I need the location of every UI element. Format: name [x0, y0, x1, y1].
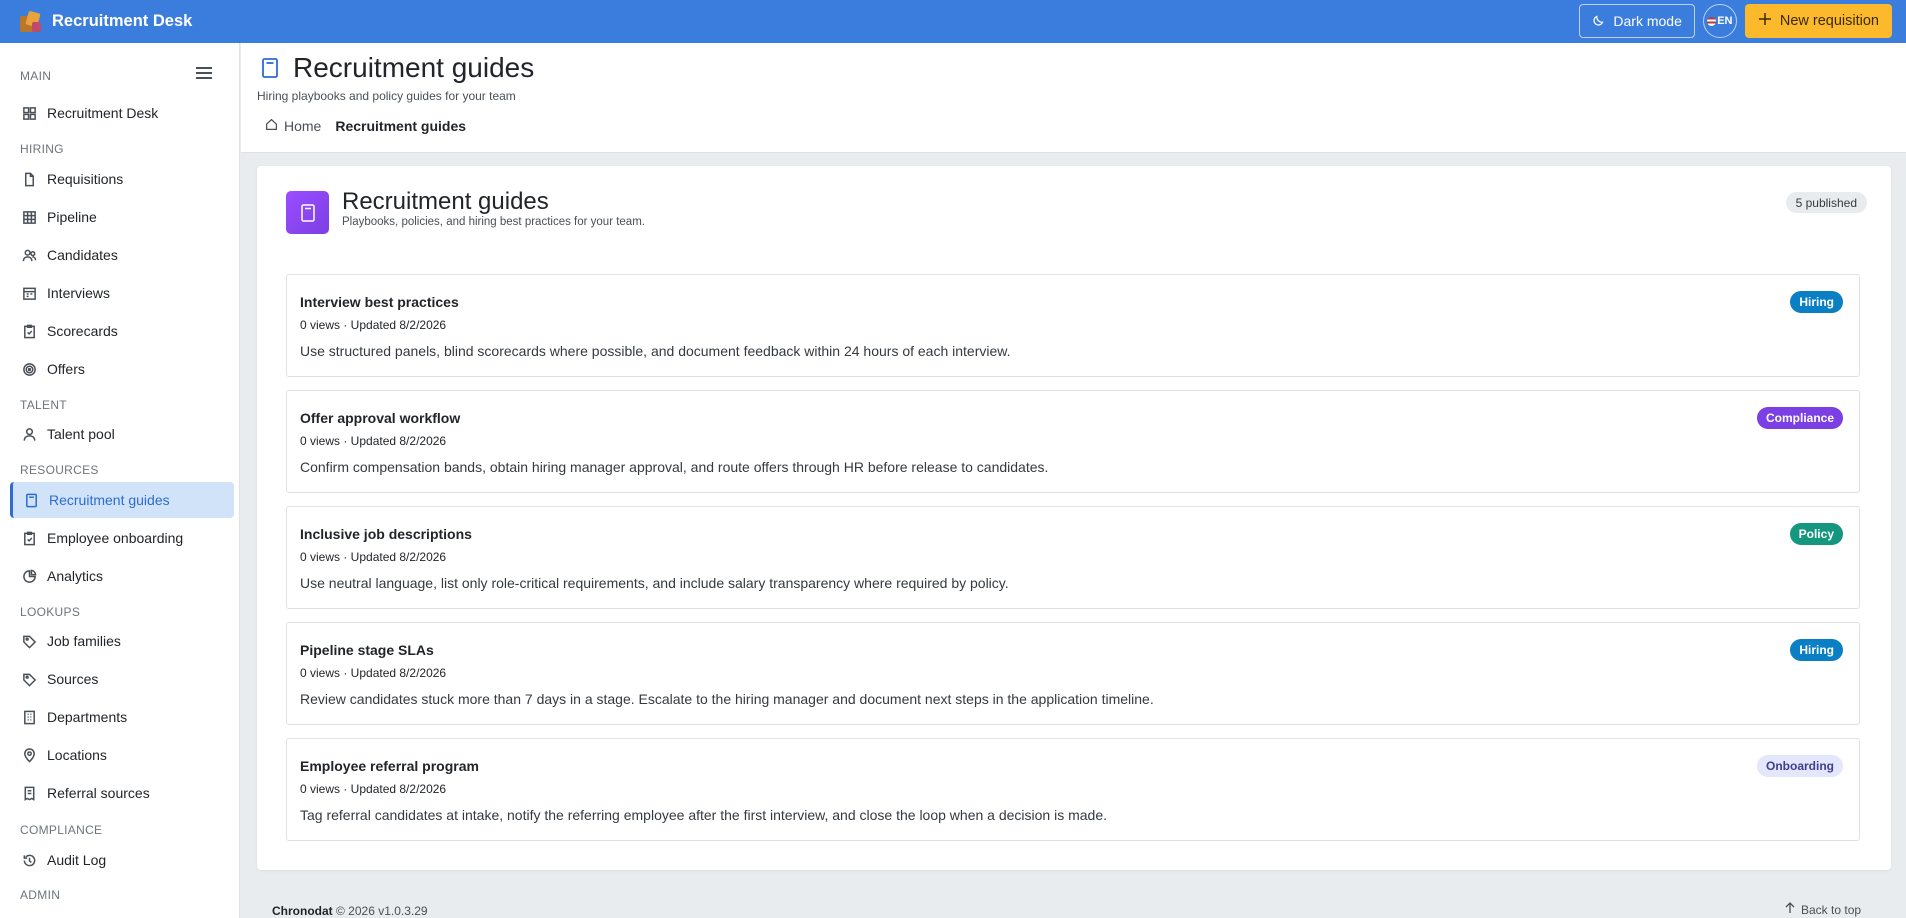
- guide-title[interactable]: Interview best practices: [300, 294, 459, 310]
- card-subtitle: Playbooks, policies, and hiring best pra…: [342, 216, 645, 228]
- person-icon: [21, 426, 37, 442]
- history-icon: [21, 852, 37, 868]
- plus-icon: [1758, 12, 1772, 30]
- calendar-icon: [21, 285, 37, 301]
- section-hiring: HIRING: [20, 142, 64, 156]
- guide-title[interactable]: Offer approval workflow: [300, 410, 460, 426]
- sidebar-item-pipeline[interactable]: Pipeline: [10, 199, 234, 235]
- building-icon: [21, 709, 37, 725]
- section-admin: ADMIN: [20, 888, 61, 902]
- guide-meta: 0 views · Updated 8/2/2026: [300, 550, 447, 564]
- back-to-top-link[interactable]: Back to top: [1784, 902, 1861, 917]
- sidebar-item-locations[interactable]: Locations: [10, 737, 234, 773]
- sidebar-item-audit-log[interactable]: Audit Log: [10, 842, 234, 878]
- guide-item[interactable]: Offer approval workflow 0 views · Update…: [286, 390, 1860, 493]
- guide-meta: 0 views · Updated 8/2/2026: [300, 666, 447, 680]
- published-count-badge: 5 published: [1785, 192, 1867, 213]
- section-main: MAIN: [20, 69, 52, 83]
- top-bar: Recruitment Desk Dark mode EN New requis…: [0, 0, 1906, 43]
- sidebar-item-requisitions[interactable]: Requisitions: [10, 161, 234, 197]
- guide-item[interactable]: Pipeline stage SLAs 0 views · Updated 8/…: [286, 622, 1860, 725]
- clipboard-check-icon: [21, 530, 37, 546]
- menu-toggle-icon[interactable]: [196, 67, 212, 79]
- guide-tag: Policy: [1789, 523, 1843, 545]
- section-talent: TALENT: [20, 398, 67, 412]
- guide-meta: 0 views · Updated 8/2/2026: [300, 318, 447, 332]
- sidebar-item-scorecards[interactable]: Scorecards: [10, 313, 234, 349]
- guide-description: Use neutral language, list only role-cri…: [300, 575, 1009, 591]
- book-icon: [23, 492, 39, 508]
- sidebar-item-candidates[interactable]: Candidates: [10, 237, 234, 273]
- guide-title[interactable]: Pipeline stage SLAs: [300, 642, 434, 658]
- guide-item[interactable]: Employee referral program 0 views · Upda…: [286, 738, 1860, 841]
- guide-description: Tag referral candidates at intake, notif…: [300, 807, 1107, 823]
- book-icon: [286, 191, 329, 234]
- guide-meta: 0 views · Updated 8/2/2026: [300, 782, 447, 796]
- page-header: Recruitment guides Hiring playbooks and …: [241, 43, 1906, 153]
- document-icon: [21, 171, 37, 187]
- guide-description: Confirm compensation bands, obtain hirin…: [300, 459, 1049, 475]
- flag-icon: [1707, 16, 1717, 26]
- sidebar: MAIN Recruitment Desk HIRING Requisition…: [0, 43, 240, 918]
- new-requisition-button[interactable]: New requisition: [1744, 4, 1892, 38]
- guide-description: Use structured panels, blind scorecards …: [300, 343, 1011, 359]
- footer-brand[interactable]: Chronodat: [272, 904, 333, 918]
- sidebar-item-analytics[interactable]: Analytics: [10, 558, 234, 594]
- footer: Chronodat © 2026 v1.0.3.29: [272, 904, 428, 918]
- sidebar-item-offers[interactable]: Offers: [10, 351, 234, 387]
- section-resources: RESOURCES: [20, 463, 99, 477]
- sidebar-item-departments[interactable]: Departments: [10, 699, 234, 735]
- guide-title[interactable]: Employee referral program: [300, 758, 479, 774]
- breadcrumb-home[interactable]: Home: [284, 118, 321, 134]
- book-icon: [260, 57, 280, 79]
- guide-meta: 0 views · Updated 8/2/2026: [300, 434, 447, 448]
- breadcrumb: Home Recruitment guides: [265, 118, 466, 134]
- guide-title[interactable]: Inclusive job descriptions: [300, 526, 472, 542]
- home-icon: [265, 118, 278, 134]
- sidebar-item-recruitment-desk[interactable]: Recruitment Desk: [10, 95, 234, 131]
- people-icon: [21, 247, 37, 263]
- location-icon: [21, 747, 37, 763]
- footer-copyright: © 2026: [336, 904, 375, 918]
- sidebar-item-job-families[interactable]: Job families: [10, 623, 234, 659]
- dark-mode-button[interactable]: Dark mode: [1579, 4, 1695, 38]
- dashboard-icon: [21, 105, 37, 121]
- breadcrumb-current: Recruitment guides: [335, 118, 467, 134]
- guide-tag: Compliance: [1756, 407, 1843, 429]
- clipboard-icon: [21, 323, 37, 339]
- page-title: Recruitment guides: [293, 52, 535, 83]
- receipt-icon: [21, 785, 37, 801]
- tag-icon: [21, 633, 37, 649]
- sidebar-item-recruitment-guides[interactable]: Recruitment guides: [10, 482, 234, 518]
- card-title: Recruitment guides: [342, 188, 549, 215]
- sidebar-item-interviews[interactable]: Interviews: [10, 275, 234, 311]
- guide-tag: Hiring: [1790, 291, 1843, 313]
- section-compliance: COMPLIANCE: [20, 823, 103, 837]
- guide-item[interactable]: Interview best practices 0 views · Updat…: [286, 274, 1860, 377]
- footer-version: v1.0.3.29: [378, 904, 428, 918]
- sidebar-item-referral-sources[interactable]: Referral sources: [10, 775, 234, 811]
- sidebar-item-talent-pool[interactable]: Talent pool: [10, 416, 234, 452]
- grid-icon: [21, 209, 37, 225]
- guides-card: Recruitment guides Playbooks, policies, …: [257, 166, 1891, 870]
- guide-tag: Hiring: [1790, 639, 1843, 661]
- app-title[interactable]: Recruitment Desk: [52, 12, 192, 31]
- page-subtitle: Hiring playbooks and policy guides for y…: [257, 89, 516, 103]
- guide-item[interactable]: Inclusive job descriptions 0 views · Upd…: [286, 506, 1860, 609]
- tag-icon: [21, 671, 37, 687]
- guide-description: Review candidates stuck more than 7 days…: [300, 691, 1154, 707]
- arrow-up-icon: [1784, 902, 1796, 917]
- sidebar-item-sources[interactable]: Sources: [10, 661, 234, 697]
- guide-tag: Onboarding: [1757, 755, 1843, 777]
- app-logo[interactable]: [18, 10, 42, 34]
- section-lookups: LOOKUPS: [20, 605, 81, 619]
- language-selector[interactable]: EN: [1702, 4, 1737, 38]
- target-icon: [21, 361, 37, 377]
- sidebar-item-employee-onboarding[interactable]: Employee onboarding: [10, 520, 234, 556]
- moon-icon: [1592, 13, 1606, 30]
- chart-icon: [21, 568, 37, 584]
